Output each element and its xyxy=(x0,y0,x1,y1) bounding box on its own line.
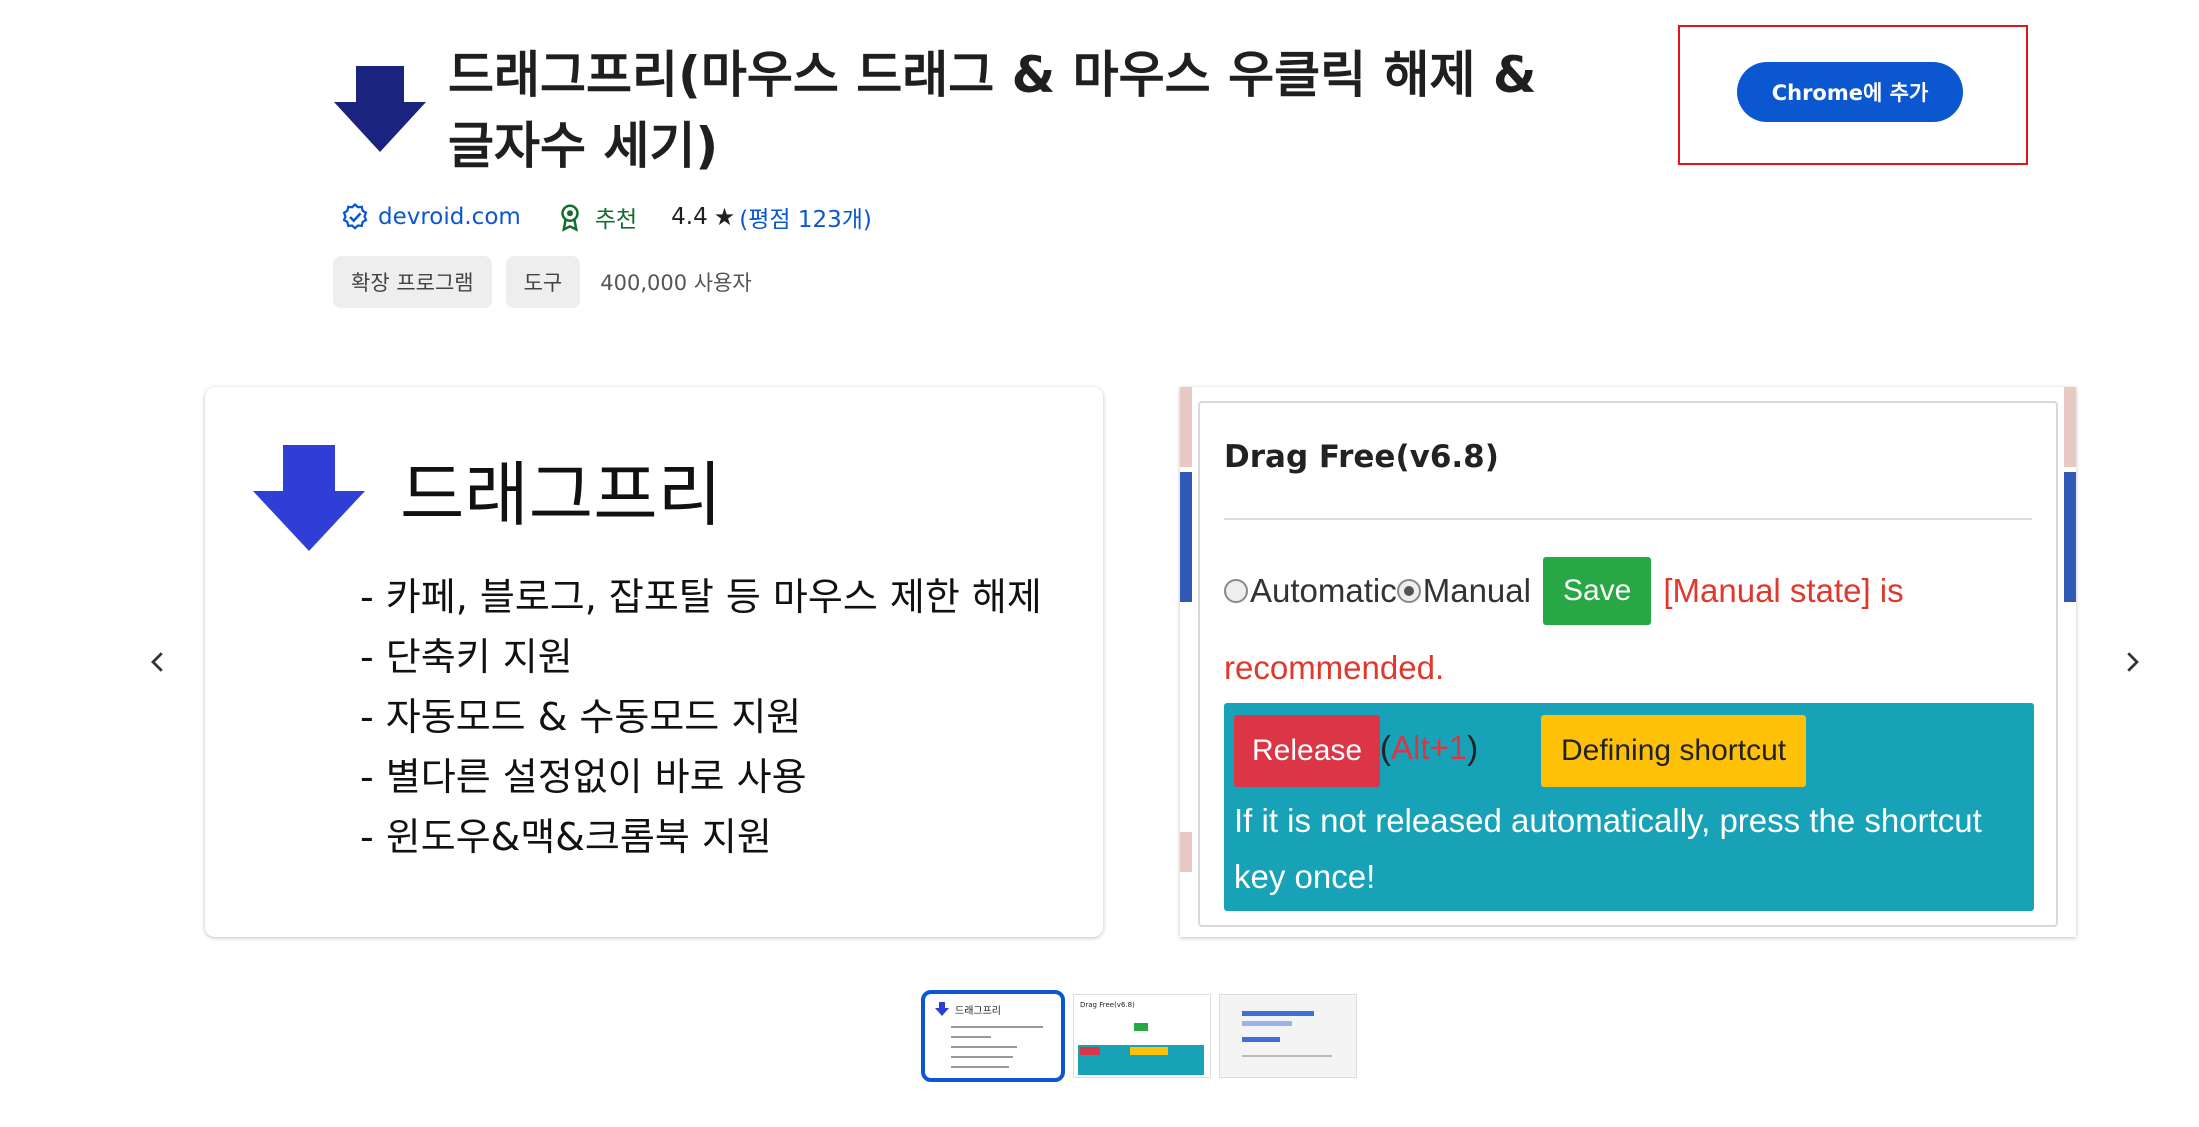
radio-automatic-label: Automatic xyxy=(1250,572,1397,609)
verified-badge-icon xyxy=(342,202,368,230)
ratings-link[interactable]: (평점 123개) xyxy=(739,200,872,234)
hotkey-close: ) xyxy=(1467,729,1479,766)
hotkey-label: (Alt+1) xyxy=(1380,729,1478,767)
thumbnail-2[interactable]: Drag Free(v6.8) xyxy=(1073,994,1211,1078)
hotkey-value: Alt+1 xyxy=(1391,729,1468,766)
chevron-left-icon xyxy=(151,652,163,672)
tag-extension[interactable]: 확장 프로그램 xyxy=(333,256,492,308)
thumbnail-mark xyxy=(1242,1037,1280,1042)
publisher-link[interactable]: devroid.com xyxy=(340,202,521,232)
ratings-close-paren: ) xyxy=(862,207,872,233)
ratings-count: 평점 123개 xyxy=(748,207,863,233)
ratings-open-paren: ( xyxy=(739,207,749,233)
thumbnail-mark xyxy=(1242,1011,1314,1016)
radio-automatic[interactable] xyxy=(1224,579,1248,603)
rating: 4.4 ★ (평점 123개) xyxy=(671,200,872,234)
down-arrow-icon xyxy=(253,445,365,551)
carousel-next-button[interactable] xyxy=(2110,640,2154,684)
release-panel: Release (Alt+1) Defining shortcut If it … xyxy=(1224,703,2034,911)
thumbnail-mark xyxy=(1134,1023,1148,1031)
extension-detail-page: 드래그프리(마우스 드래그 & 마우스 우클릭 해제 & 글자수 세기) Chr… xyxy=(0,0,2199,1127)
screenshot-slide-1: 드래그프리 - 카페, 블로그, 잡포탈 등 마우스 제한 해제 - 단축키 지… xyxy=(205,387,1103,937)
featured-label: 추천 xyxy=(594,207,638,233)
feature-item: - 별다른 설정없이 바로 사용 xyxy=(360,755,807,799)
feature-list: - 카페, 블로그, 잡포탈 등 마우스 제한 해제 - 단축키 지원 - 자동… xyxy=(360,567,1042,867)
thumbnail-title: Drag Free(v6.8) xyxy=(1080,1001,1135,1009)
save-button[interactable]: Save xyxy=(1542,557,1652,625)
recommend-note: [Manual state] is xyxy=(1663,572,1904,609)
add-to-chrome-button[interactable]: Chrome에 추가 xyxy=(1737,62,1963,122)
thumbnail-title: 드래그프리 xyxy=(955,1006,1001,1017)
tag-tools[interactable]: 도구 xyxy=(505,256,581,308)
popup-window: Drag Free(v6.8) Automatic Manual Save [M… xyxy=(1198,401,2058,927)
extension-title: 드래그프리(마우스 드래그 & 마우스 우클릭 해제 & 글자수 세기) xyxy=(448,46,1537,175)
thumbnail-mark xyxy=(1080,1047,1100,1055)
publisher-name: devroid.com xyxy=(378,204,521,230)
thumbnail-1[interactable]: 드래그프리 xyxy=(921,990,1065,1082)
user-count: 400,000 사용자 xyxy=(600,271,752,295)
chevron-right-icon xyxy=(2127,652,2139,672)
thumbnail-strip: 드래그프리 Drag Free(v6.8) xyxy=(921,990,1357,1082)
screenshot-slide-2: Drag Free(v6.8) Automatic Manual Save [M… xyxy=(1180,387,2076,937)
background-edge xyxy=(2064,387,2076,937)
thumbnail-mark xyxy=(1242,1021,1292,1026)
hotkey-open: ( xyxy=(1380,729,1391,766)
slide-title: 드래그프리 xyxy=(400,454,722,536)
feature-item: - 카페, 블로그, 잡포탈 등 마우스 제한 해제 xyxy=(360,575,1042,619)
divider xyxy=(1224,518,2032,520)
featured-badge[interactable]: 추천 xyxy=(555,200,637,234)
feature-item: - 자동모드 & 수동모드 지원 xyxy=(360,695,802,739)
popup-title: Drag Free(v6.8) xyxy=(1224,439,1499,475)
release-message: If it is not released automatically, pre… xyxy=(1234,802,1982,895)
rating-value: 4.4 xyxy=(671,204,708,230)
feature-item: - 윈도우&맥&크롬북 지원 xyxy=(360,815,772,859)
mode-row: Automatic Manual Save [Manual state] is xyxy=(1224,557,1904,625)
radio-manual[interactable] xyxy=(1396,579,1421,603)
tag-row: 확장 프로그램 도구 400,000 사용자 xyxy=(333,256,752,308)
carousel-prev-button[interactable] xyxy=(136,640,180,684)
release-button[interactable]: Release xyxy=(1234,715,1381,787)
recommend-note-cont: recommended. xyxy=(1224,649,1445,686)
radio-manual-label: Manual xyxy=(1422,572,1531,609)
down-arrow-icon xyxy=(935,1002,949,1016)
award-ribbon-icon xyxy=(561,204,579,232)
thumbnail-mark xyxy=(1242,1055,1332,1057)
thumbnail-3[interactable] xyxy=(1219,994,1357,1078)
down-arrow-icon xyxy=(334,66,426,152)
thumbnail-mark xyxy=(1130,1047,1168,1055)
star-icon: ★ xyxy=(713,203,736,231)
defining-shortcut-button[interactable]: Defining shortcut xyxy=(1541,715,1807,787)
feature-item: - 단축키 지원 xyxy=(360,635,573,679)
meta-row: devroid.com 추천 4.4 ★ (평점 123개) xyxy=(340,197,872,237)
background-edge xyxy=(1180,387,1192,937)
